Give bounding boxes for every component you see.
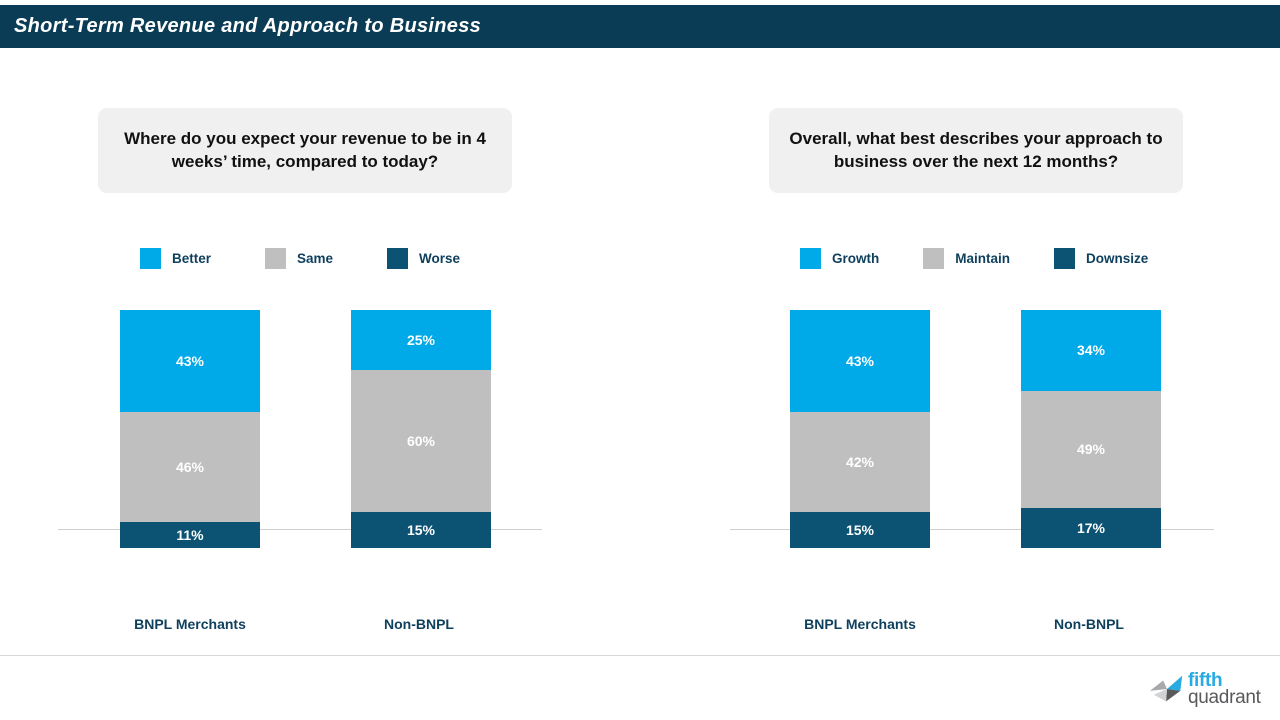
brand-logo: fifth quadrant <box>1148 670 1261 708</box>
bar-segment-maintain[interactable]: 49% <box>1021 390 1161 508</box>
logo-wordmark: fifth quadrant <box>1188 670 1261 708</box>
category-label-non-bnpl: Non-BNPL <box>1054 616 1124 632</box>
pinwheel-icon <box>1148 670 1186 708</box>
stacked-bar[interactable]: 43% 42% 15% <box>790 310 930 548</box>
legend-label: Worse <box>419 251 461 266</box>
category-label-non-bnpl: Non-BNPL <box>384 616 454 632</box>
category-label-bnpl-merchants: BNPL Merchants <box>804 616 916 632</box>
chart-plot-area: 43% 46% 11% BNPL Merchants 25% 60% 15% N… <box>0 306 640 632</box>
chart-legend: Growth Maintain Downsize <box>800 248 1148 269</box>
legend-label: Maintain <box>955 251 1011 266</box>
legend-swatch-icon <box>923 248 945 269</box>
bar-segment-worse[interactable]: 11% <box>120 521 260 549</box>
legend-label: Same <box>297 251 334 266</box>
legend-item-downsize[interactable]: Downsize <box>1054 248 1148 269</box>
legend-label: Downsize <box>1086 251 1149 266</box>
legend-swatch-icon <box>140 248 161 269</box>
legend-item-maintain[interactable]: Maintain <box>923 248 1010 269</box>
bar-segment-maintain[interactable]: 42% <box>790 412 930 513</box>
chart-panel-approach: Overall, what best describes your approa… <box>640 48 1280 648</box>
question-box: Overall, what best describes your approa… <box>769 108 1183 193</box>
question-box: Where do you expect your revenue to be i… <box>98 108 512 193</box>
legend-item-same[interactable]: Same <box>265 248 333 269</box>
category-label-bnpl-merchants: BNPL Merchants <box>134 616 246 632</box>
stacked-bar[interactable]: 25% 60% 15% <box>351 310 491 548</box>
bar-segment-downsize[interactable]: 15% <box>790 512 930 548</box>
bar-segment-same[interactable]: 46% <box>120 412 260 522</box>
chart-plot-area: 43% 42% 15% BNPL Merchants 34% 49% 17% N… <box>640 306 1280 632</box>
legend-swatch-icon <box>800 248 821 269</box>
legend-item-better[interactable]: Better <box>140 248 211 269</box>
legend-label: Growth <box>832 251 880 266</box>
legend-item-worse[interactable]: Worse <box>387 248 460 269</box>
bar-segment-worse[interactable]: 15% <box>351 512 491 548</box>
footer-divider <box>0 655 1280 656</box>
bar-segment-downsize[interactable]: 17% <box>1021 507 1161 548</box>
header-bar: Short-Term Revenue and Approach to Busin… <box>0 5 1280 48</box>
legend-swatch-icon <box>387 248 409 269</box>
bar-segment-better[interactable]: 25% <box>351 310 491 370</box>
question-text: Overall, what best describes your approa… <box>789 128 1163 171</box>
bar-segment-better[interactable]: 43% <box>120 310 260 413</box>
logo-quadrant-text: quadrant <box>1188 687 1261 708</box>
legend-swatch-icon <box>265 248 287 269</box>
page-title: Short-Term Revenue and Approach to Busin… <box>14 15 482 37</box>
stacked-bar[interactable]: 43% 46% 11% <box>120 310 260 549</box>
legend-label: Better <box>172 251 212 266</box>
legend-item-growth[interactable]: Growth <box>800 248 879 269</box>
chart-legend: Better Same Worse <box>140 248 460 269</box>
question-text: Where do you expect your revenue to be i… <box>124 128 486 171</box>
chart-panel-revenue: Where do you expect your revenue to be i… <box>0 48 640 648</box>
stacked-bar[interactable]: 34% 49% 17% <box>1021 310 1161 548</box>
bar-segment-same[interactable]: 60% <box>351 369 491 513</box>
bar-segment-growth[interactable]: 34% <box>1021 310 1161 391</box>
bar-segment-growth[interactable]: 43% <box>790 310 930 413</box>
legend-swatch-icon <box>1054 248 1076 269</box>
